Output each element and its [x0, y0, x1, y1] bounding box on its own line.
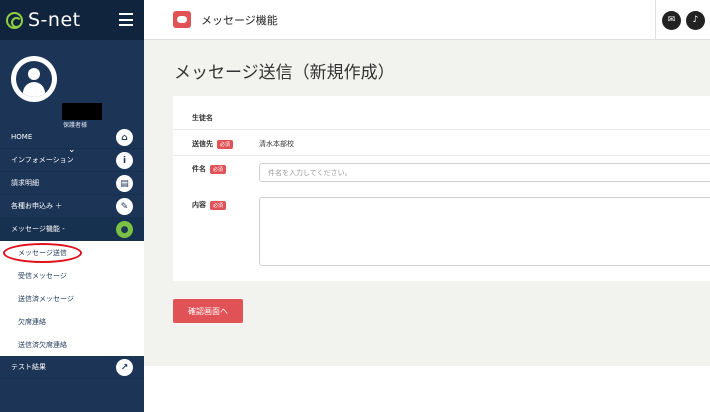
sidebar-item-label: テスト結果	[11, 363, 46, 371]
chat-icon: ●	[116, 221, 133, 238]
profile: 保護者様 ⌄	[0, 40, 144, 155]
info-icon: i	[116, 152, 133, 169]
divider	[173, 129, 710, 130]
subject-input[interactable]	[259, 163, 710, 182]
body-label: 内容 必須	[192, 200, 227, 210]
required-badge: 必須	[210, 164, 227, 174]
message-form: 生徒名 送信先必須 清水本部校 件名必須 内容必須	[173, 96, 710, 281]
section-title: メッセージ機能	[201, 13, 278, 27]
sidebar-menu: HOME ⌂ インフォメーション i 請求明細 ▤ 各種お申込み ＋ ✎ メッセ…	[0, 126, 144, 379]
sidebar-item-information[interactable]: インフォメーション i	[0, 149, 144, 172]
top-bar: メッセージ機能 ✉ ♪	[144, 0, 710, 40]
messages-submenu: メッセージ送信 受信メッセージ 送信済メッセージ 欠席連絡 送信済欠席連絡	[0, 241, 144, 356]
submenu-item-received-messages[interactable]: 受信メッセージ	[0, 264, 144, 287]
bell-icon[interactable]: ♪	[686, 10, 705, 30]
highlight-circle	[3, 243, 82, 263]
required-badge: 必須	[210, 200, 227, 210]
body-textarea[interactable]	[259, 197, 710, 266]
divider	[655, 0, 656, 40]
footer-area	[144, 366, 710, 412]
submenu-item-label: 送信済欠席連絡	[18, 340, 67, 349]
student-label: 生徒名	[192, 114, 213, 122]
confirm-button[interactable]: 確認画面へ	[173, 299, 243, 323]
divider	[173, 155, 710, 156]
home-icon: ⌂	[116, 129, 133, 146]
submenu-item-sent-absence-notices[interactable]: 送信済欠席連絡	[0, 333, 144, 356]
submenu-item-label: 欠席連絡	[18, 317, 46, 326]
sidebar-item-messages[interactable]: メッセージ機能 - ●	[0, 218, 144, 241]
logo-bar: S-net	[0, 0, 144, 40]
recipient-value: 清水本部校	[259, 140, 294, 148]
document-icon: ▤	[116, 175, 133, 192]
edit-icon: ✎	[116, 198, 133, 215]
submenu-item-sent-messages[interactable]: 送信済メッセージ	[0, 287, 144, 310]
sidebar: S-net 保護者様 ⌄ HOME ⌂ インフォメーション i 請求明細 ▤ 各…	[0, 0, 144, 412]
submenu-item-label: 送信済メッセージ	[18, 294, 74, 303]
subject-label: 件名 必須	[192, 164, 227, 174]
message-icon	[173, 11, 191, 28]
page-title: メッセージ送信（新規作成）	[174, 63, 395, 83]
app-name: S-net	[28, 9, 81, 31]
sidebar-item-label: メッセージ機能 -	[11, 225, 65, 233]
sidebar-item-label: 各種お申込み ＋	[11, 202, 63, 210]
sidebar-item-billing[interactable]: 請求明細 ▤	[0, 172, 144, 195]
sidebar-item-applications[interactable]: 各種お申込み ＋ ✎	[0, 195, 144, 218]
recipient-label: 送信先 必須	[192, 139, 234, 149]
redacted-user-name	[62, 103, 102, 120]
top-right-actions: ✉ ♪	[655, 0, 710, 40]
sidebar-item-label: インフォメーション	[11, 156, 74, 164]
avatar	[11, 56, 57, 102]
user-icon	[16, 61, 52, 97]
required-badge: 必須	[217, 139, 234, 149]
submenu-item-label: 受信メッセージ	[18, 271, 67, 280]
hamburger-menu-icon[interactable]	[119, 13, 133, 26]
mail-icon[interactable]: ✉	[662, 10, 681, 30]
chart-icon: ↗	[116, 359, 133, 376]
logo-icon	[6, 11, 23, 29]
sidebar-item-home[interactable]: HOME ⌂	[0, 126, 144, 149]
submenu-item-send-message[interactable]: メッセージ送信	[0, 241, 144, 264]
sidebar-item-test-results[interactable]: テスト結果 ↗	[0, 356, 144, 379]
submenu-item-absence-notice[interactable]: 欠席連絡	[0, 310, 144, 333]
sidebar-item-label: 請求明細	[11, 179, 39, 187]
sidebar-item-label: HOME	[11, 133, 33, 141]
